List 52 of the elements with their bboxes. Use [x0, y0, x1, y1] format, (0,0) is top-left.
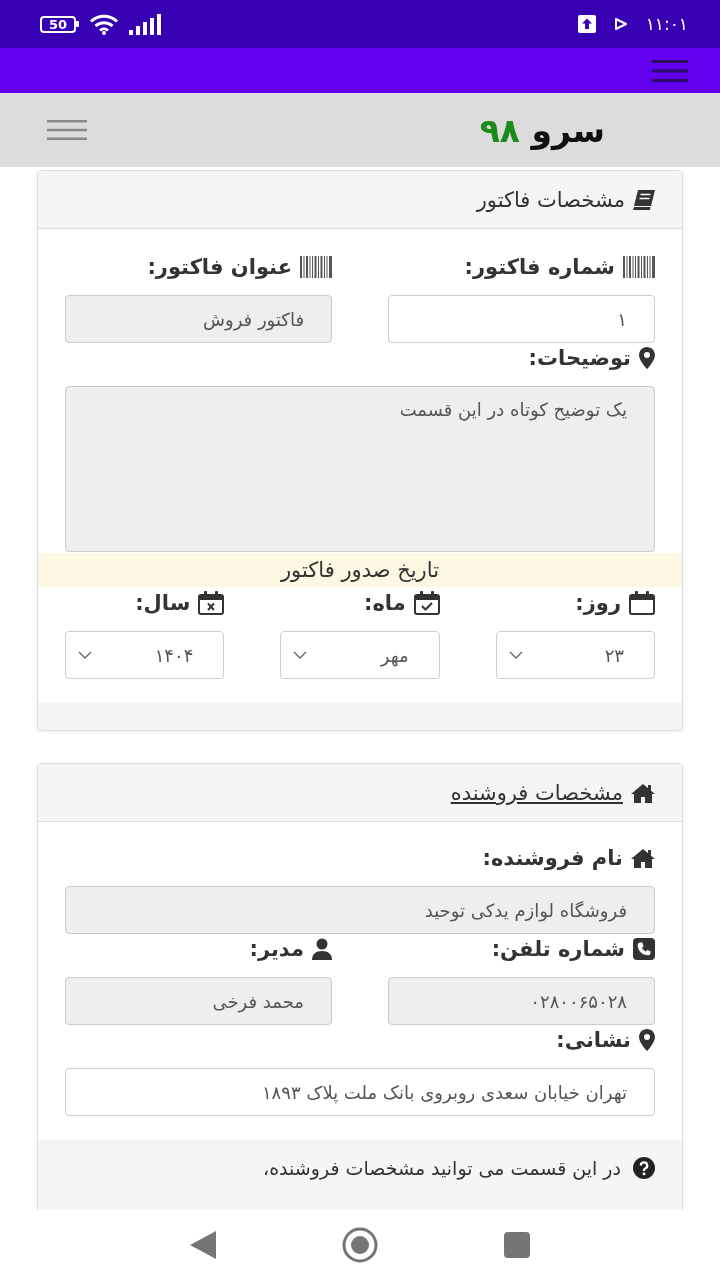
phone-field[interactable]: ۰۲۸۰۰۶۵۰۲۸ — [388, 977, 655, 1025]
chevron-down-icon — [293, 651, 308, 659]
map-pin-icon — [639, 1029, 655, 1051]
home-icon[interactable] — [342, 1227, 378, 1263]
address-field[interactable]: تهران خیابان سعدی روبروی بانک ملت پلاک ۱۸۹۳ — [65, 1068, 655, 1116]
menu-icon[interactable] — [652, 59, 688, 82]
book-icon — [633, 189, 655, 210]
upload-icon — [577, 15, 596, 33]
invoice-number-field[interactable]: ۱ — [388, 295, 655, 343]
question-icon — [633, 1157, 655, 1179]
year-select[interactable]: ۱۴۰۴ — [65, 631, 225, 679]
clock-time: ۱۱:۰۱ — [645, 14, 688, 34]
calendar-icon — [629, 591, 655, 615]
map-pin-icon — [639, 347, 655, 369]
play-icon — [613, 17, 628, 31]
card-title-link[interactable]: مشخصات فروشنده — [450, 780, 623, 805]
barcode-icon — [623, 256, 655, 278]
battery-indicator: 50 — [40, 15, 80, 33]
wifi-icon — [89, 13, 120, 35]
chevron-down-icon — [508, 651, 523, 659]
section-heading: تاریخ صدور فاکتور — [38, 553, 682, 587]
app-logo: سرو ۹۸ — [479, 110, 605, 150]
field-label: سال: — [135, 591, 191, 615]
house-icon — [631, 782, 655, 803]
recents-icon[interactable] — [504, 1232, 530, 1258]
invoice-title-field[interactable]: فاکتور فروش — [65, 295, 332, 343]
signal-icon — [129, 13, 164, 35]
month-select[interactable]: مهر — [280, 631, 440, 679]
field-label: نام فروشنده: — [482, 846, 623, 870]
chevron-down-icon — [78, 651, 92, 659]
field-label: شماره فاکتور: — [464, 255, 615, 279]
barcode-icon — [300, 256, 332, 278]
field-label: مدیر: — [249, 937, 304, 961]
day-select[interactable]: ۲۳ — [495, 631, 655, 679]
phone-icon — [633, 938, 655, 960]
description-field[interactable]: یک توضیح کوتاه در این قسمت — [65, 386, 655, 552]
back-icon[interactable] — [190, 1231, 216, 1259]
manager-field[interactable]: محمد فرخی — [65, 977, 332, 1025]
menu-icon[interactable] — [47, 120, 87, 140]
field-label: نشانی: — [556, 1028, 631, 1052]
help-text: در این قسمت می توانید مشخصات فروشنده، — [263, 1156, 621, 1182]
calendar-check-icon — [413, 591, 440, 615]
house-icon — [631, 848, 655, 868]
seller-name-field[interactable]: فروشگاه لوازم یدکی توحید — [65, 886, 655, 934]
calendar-x-icon — [198, 591, 225, 615]
field-label: توضیحات: — [528, 346, 631, 370]
field-label: ماه: — [364, 591, 406, 615]
field-label: روز: — [575, 591, 621, 615]
field-label: عنوان فاکتور: — [147, 255, 292, 279]
field-label: شماره تلفن: — [491, 937, 625, 961]
user-icon — [312, 938, 332, 960]
card-title: مشخصات فاکتور — [476, 187, 625, 212]
